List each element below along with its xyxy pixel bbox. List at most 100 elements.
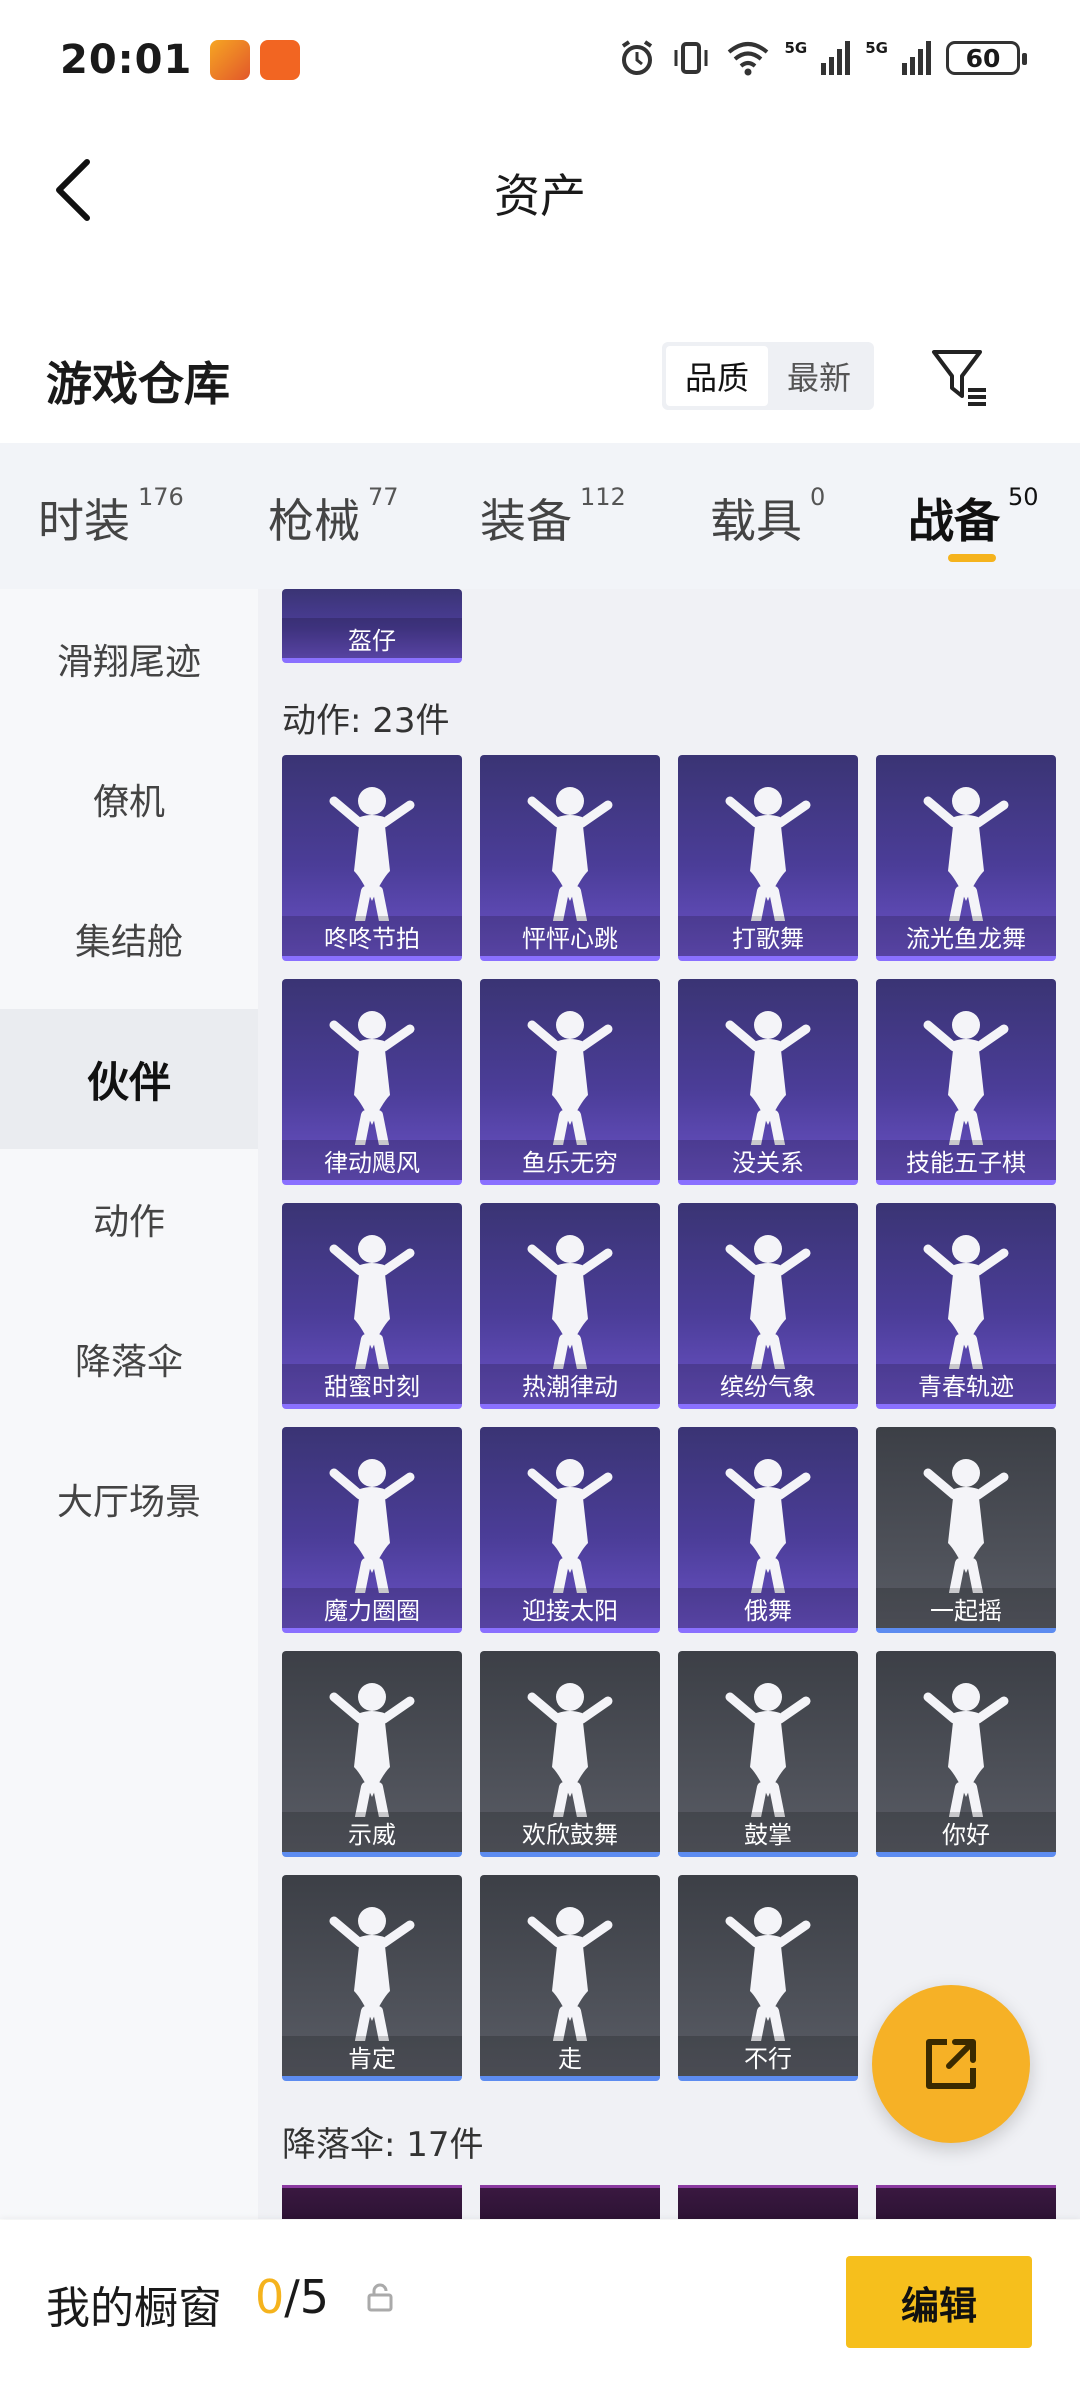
emote-figure-icon (329, 1459, 415, 1593)
emote-figure-icon (923, 787, 1009, 921)
emote-card[interactable]: 走 (480, 1875, 660, 2081)
emote-card[interactable]: 一起摇 (876, 1427, 1056, 1633)
page-title: 资产 (494, 169, 586, 223)
emote-figure-icon (329, 787, 415, 921)
bottom-bar: 我的橱窗 0/5 编辑 (0, 2220, 1080, 2382)
tab-vehicles[interactable]: 载具 0 (710, 483, 826, 551)
emote-label: 鼓掌 (678, 1812, 858, 1852)
tab-label: 战备 (908, 494, 1000, 548)
emote-card[interactable]: 你好 (876, 1651, 1056, 1857)
warehouse-title: 游戏仓库 (46, 357, 230, 411)
sidebar-item-parachute[interactable]: 降落伞 (0, 1289, 258, 1429)
emote-figure-icon (725, 1459, 811, 1593)
emote-card[interactable]: 律动飓风 (282, 979, 462, 1185)
vibrate-icon (674, 42, 707, 74)
sidebar-item-emote[interactable]: 动作 (0, 1149, 258, 1289)
emote-label: 鱼乐无穷 (480, 1140, 660, 1180)
emote-card[interactable]: 鼓掌 (678, 1651, 858, 1857)
emote-card[interactable]: 流光鱼龙舞 (876, 755, 1056, 961)
parachute-card[interactable] (282, 2185, 462, 2219)
tab-count: 77 (368, 483, 399, 511)
lock-icon (367, 2283, 393, 2312)
filter-button[interactable] (928, 344, 992, 408)
emote-label: 没关系 (678, 1140, 858, 1180)
battery-icon: 60 (946, 41, 1027, 75)
tab-fashion[interactable]: 时装 176 (38, 483, 184, 551)
item-card-prev[interactable]: 盔仔 (282, 589, 462, 663)
tab-firearms[interactable]: 枪械 77 (268, 483, 399, 551)
emote-label: 律动飓风 (282, 1140, 462, 1180)
emote-label: 青春轨迹 (876, 1364, 1056, 1404)
status-icons: 5G 5G 60 (617, 38, 1027, 78)
emote-figure-icon (329, 1235, 415, 1369)
network-type-1: 5G (784, 39, 808, 57)
status-bar: 20:01 5G 5G 60 (0, 0, 1080, 120)
emote-card[interactable]: 不行 (678, 1875, 858, 2081)
emote-card[interactable]: 示威 (282, 1651, 462, 1857)
emote-card[interactable]: 甜蜜时刻 (282, 1203, 462, 1409)
emote-card[interactable]: 迎接太阳 (480, 1427, 660, 1633)
emote-label: 怦怦心跳 (480, 916, 660, 956)
category-tabs: 时装 176 枪械 77 装备 112 载具 0 战备 50 (0, 443, 1080, 589)
emote-figure-icon (725, 1683, 811, 1817)
emote-label: 魔力圈圈 (282, 1588, 462, 1628)
network-type-2: 5G (865, 39, 888, 57)
sidebar-item-glide-trail[interactable]: 滑翔尾迹 (0, 589, 258, 729)
parachute-card[interactable] (480, 2185, 660, 2219)
emote-figure-icon (923, 1683, 1009, 1817)
emote-label: 你好 (876, 1812, 1056, 1852)
emote-card[interactable]: 没关系 (678, 979, 858, 1185)
sort-newest-option[interactable]: 最新 (768, 346, 870, 406)
tab-battle-gear[interactable]: 战备 50 (908, 483, 1039, 551)
emote-card[interactable]: 咚咚节拍 (282, 755, 462, 961)
sort-quality-option[interactable]: 品质 (666, 346, 768, 406)
emote-card[interactable]: 打歌舞 (678, 755, 858, 961)
emote-figure-icon (923, 1011, 1009, 1145)
emote-label: 热潮律动 (480, 1364, 660, 1404)
share-fab[interactable] (872, 1985, 1030, 2143)
parachute-card[interactable] (678, 2185, 858, 2219)
parachute-card[interactable] (876, 2185, 1056, 2219)
emote-label: 一起摇 (876, 1588, 1056, 1628)
showcase-total: /5 (284, 2270, 330, 2324)
emote-figure-icon (923, 1235, 1009, 1369)
signal-icon-2 (902, 41, 931, 75)
emote-figure-icon (329, 1907, 415, 2041)
emote-label: 甜蜜时刻 (282, 1364, 462, 1404)
emote-card[interactable]: 魔力圈圈 (282, 1427, 462, 1633)
edit-button[interactable]: 编辑 (846, 2256, 1032, 2348)
tab-label: 载具 (710, 494, 802, 548)
emote-label: 咚咚节拍 (282, 916, 462, 956)
tab-count: 50 (1008, 483, 1039, 511)
sidebar: 滑翔尾迹 僚机 集结舱 伙伴 动作 降落伞 大厅场景 (0, 589, 258, 2219)
sidebar-item-lobby-scene[interactable]: 大厅场景 (0, 1429, 258, 1569)
emote-card[interactable]: 肯定 (282, 1875, 462, 2081)
emote-card[interactable]: 鱼乐无穷 (480, 979, 660, 1185)
emote-card[interactable]: 青春轨迹 (876, 1203, 1056, 1409)
tab-count: 0 (810, 483, 826, 511)
emote-label: 俄舞 (678, 1588, 858, 1628)
emote-label: 打歌舞 (678, 916, 858, 956)
emote-label: 缤纷气象 (678, 1364, 858, 1404)
emote-card[interactable]: 缤纷气象 (678, 1203, 858, 1409)
sidebar-item-wingman[interactable]: 僚机 (0, 729, 258, 869)
item-card-label: 盔仔 (282, 618, 462, 658)
emote-card[interactable]: 俄舞 (678, 1427, 858, 1633)
signal-icon (821, 41, 851, 75)
share-icon (926, 2039, 976, 2089)
emote-card[interactable]: 怦怦心跳 (480, 755, 660, 961)
sidebar-item-rally-pod[interactable]: 集结舱 (0, 869, 258, 1009)
tab-equipment[interactable]: 装备 112 (480, 483, 626, 551)
emote-label: 走 (480, 2036, 660, 2076)
sidebar-item-companion[interactable]: 伙伴 (0, 1009, 258, 1149)
showcase-current: 0 (255, 2270, 285, 2324)
emote-card[interactable]: 欢欣鼓舞 (480, 1651, 660, 1857)
emote-figure-icon (725, 1235, 811, 1369)
emote-card[interactable]: 热潮律动 (480, 1203, 660, 1409)
emote-figure-icon (329, 1011, 415, 1145)
emote-figure-icon (527, 1235, 613, 1369)
emote-label: 不行 (678, 2036, 858, 2076)
header: 资产 (0, 120, 1080, 260)
emote-figure-icon (527, 1683, 613, 1817)
emote-card[interactable]: 技能五子棋 (876, 979, 1056, 1185)
